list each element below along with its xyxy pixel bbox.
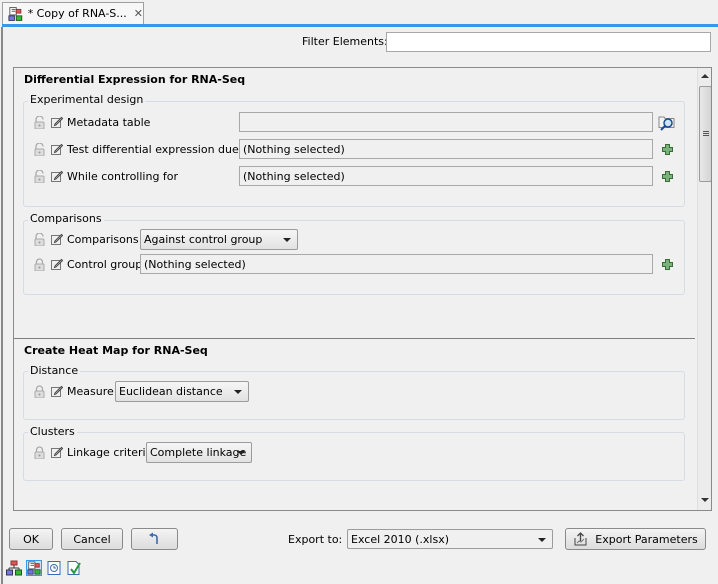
param-label: Linkage criteria xyxy=(67,445,153,459)
while-controlling-for-field[interactable]: (Nothing selected) xyxy=(239,166,653,186)
measure-dropdown[interactable]: Euclidean distance xyxy=(115,381,249,402)
param-row-comparisons: Comparisons xyxy=(34,229,139,249)
param-row-test-differential-expression: Test differential expression due to xyxy=(34,139,253,159)
chevron-down-icon xyxy=(283,238,291,242)
edit-pencil-icon[interactable] xyxy=(51,446,63,458)
close-icon[interactable]: ✕ xyxy=(134,7,143,20)
param-label: While controlling for xyxy=(67,169,179,183)
group-title: Comparisons xyxy=(28,212,104,225)
unlock-icon[interactable] xyxy=(34,232,45,246)
param-label: Comparisons xyxy=(67,232,139,246)
edit-pencil-icon[interactable] xyxy=(51,385,63,397)
dropdown-value: Against control group xyxy=(144,233,263,246)
section-title-differential-expression: Differential Expression for RNA-Seq xyxy=(24,73,246,86)
view-switcher xyxy=(6,560,82,576)
unlock-icon[interactable] xyxy=(34,142,45,156)
parameters-view-icon[interactable] xyxy=(26,560,42,576)
add-plus-icon[interactable] xyxy=(662,171,673,182)
chevron-down-icon xyxy=(237,451,245,455)
unlock-icon[interactable] xyxy=(34,115,45,129)
edit-pencil-icon[interactable] xyxy=(51,258,63,270)
param-label: Control group xyxy=(67,257,143,271)
param-row-while-controlling-for: While controlling for xyxy=(34,166,178,186)
cancel-button[interactable]: Cancel xyxy=(61,528,123,550)
workflow-view-icon[interactable] xyxy=(6,560,22,576)
edit-pencil-icon[interactable] xyxy=(51,116,63,128)
lock-icon[interactable] xyxy=(34,445,45,459)
vertical-scrollbar[interactable] xyxy=(697,68,711,510)
group-title: Clusters xyxy=(28,425,77,438)
export-icon xyxy=(574,532,587,546)
param-row-linkage-criteria: Linkage criteria xyxy=(34,442,152,462)
add-plus-icon[interactable] xyxy=(662,144,673,155)
history-view-icon[interactable] xyxy=(46,560,62,576)
edit-pencil-icon[interactable] xyxy=(51,170,63,182)
param-label: Metadata table xyxy=(67,115,151,129)
scrollbar-thumb[interactable] xyxy=(699,86,711,182)
scroll-up-arrow-icon[interactable] xyxy=(701,74,709,78)
browse-folder-icon[interactable] xyxy=(658,113,676,131)
filter-label: Filter Elements: xyxy=(302,35,388,48)
dropdown-value: Complete linkage xyxy=(150,446,247,459)
undo-arrow-icon xyxy=(148,532,158,544)
lock-icon[interactable] xyxy=(34,257,45,271)
editor-tab[interactable]: * Copy of RNA-S... ✕ xyxy=(2,2,144,24)
export-format-dropdown[interactable]: Excel 2010 (.xlsx) xyxy=(347,529,553,549)
metadata-table-field[interactable] xyxy=(239,112,653,132)
group-title: Distance xyxy=(28,364,81,377)
param-row-control-group: Control group xyxy=(34,254,142,274)
parameters-scroll-area: Differential Expression for RNA-Seq Expe… xyxy=(13,67,712,511)
editor-tab-bar: * Copy of RNA-S... ✕ xyxy=(0,0,718,24)
reset-button[interactable] xyxy=(131,528,178,550)
export-parameters-label: Export Parameters xyxy=(595,532,698,546)
workflow-doc-icon xyxy=(8,6,23,21)
control-group-field[interactable]: (Nothing selected) xyxy=(140,254,653,274)
param-label: Test differential expression due to xyxy=(67,142,254,156)
param-row-metadata-table: Metadata table xyxy=(34,112,150,132)
validation-view-icon[interactable] xyxy=(66,560,82,576)
export-parameters-button[interactable]: Export Parameters xyxy=(565,528,706,550)
export-to-label: Export to: xyxy=(288,533,343,546)
scroll-down-arrow-icon[interactable] xyxy=(701,498,709,502)
section-title-create-heat-map: Create Heat Map for RNA-Seq xyxy=(24,344,208,357)
cancel-label: Cancel xyxy=(73,532,111,546)
chevron-down-icon xyxy=(234,390,242,394)
group-title: Experimental design xyxy=(28,93,146,106)
chevron-down-icon xyxy=(538,538,546,542)
ok-button[interactable]: OK xyxy=(9,528,53,550)
dropdown-value: Excel 2010 (.xlsx) xyxy=(351,532,450,546)
test-differential-expression-field[interactable]: (Nothing selected) xyxy=(239,139,653,159)
param-label: Measure xyxy=(67,384,114,398)
unlock-icon[interactable] xyxy=(34,169,45,183)
edit-pencil-icon[interactable] xyxy=(51,143,63,155)
ok-label: OK xyxy=(23,532,39,546)
comparisons-dropdown[interactable]: Against control group xyxy=(140,229,298,250)
filter-elements-input[interactable] xyxy=(386,32,711,52)
param-row-measure: Measure xyxy=(34,381,114,401)
linkage-criteria-dropdown[interactable]: Complete linkage xyxy=(146,442,252,463)
lock-icon[interactable] xyxy=(34,384,45,398)
dropdown-value: Euclidean distance xyxy=(119,385,223,398)
tab-title: * Copy of RNA-S... xyxy=(27,7,127,20)
section-divider xyxy=(14,338,695,339)
edit-pencil-icon[interactable] xyxy=(51,233,63,245)
add-plus-icon[interactable] xyxy=(662,259,673,270)
grip-icon xyxy=(703,131,709,132)
